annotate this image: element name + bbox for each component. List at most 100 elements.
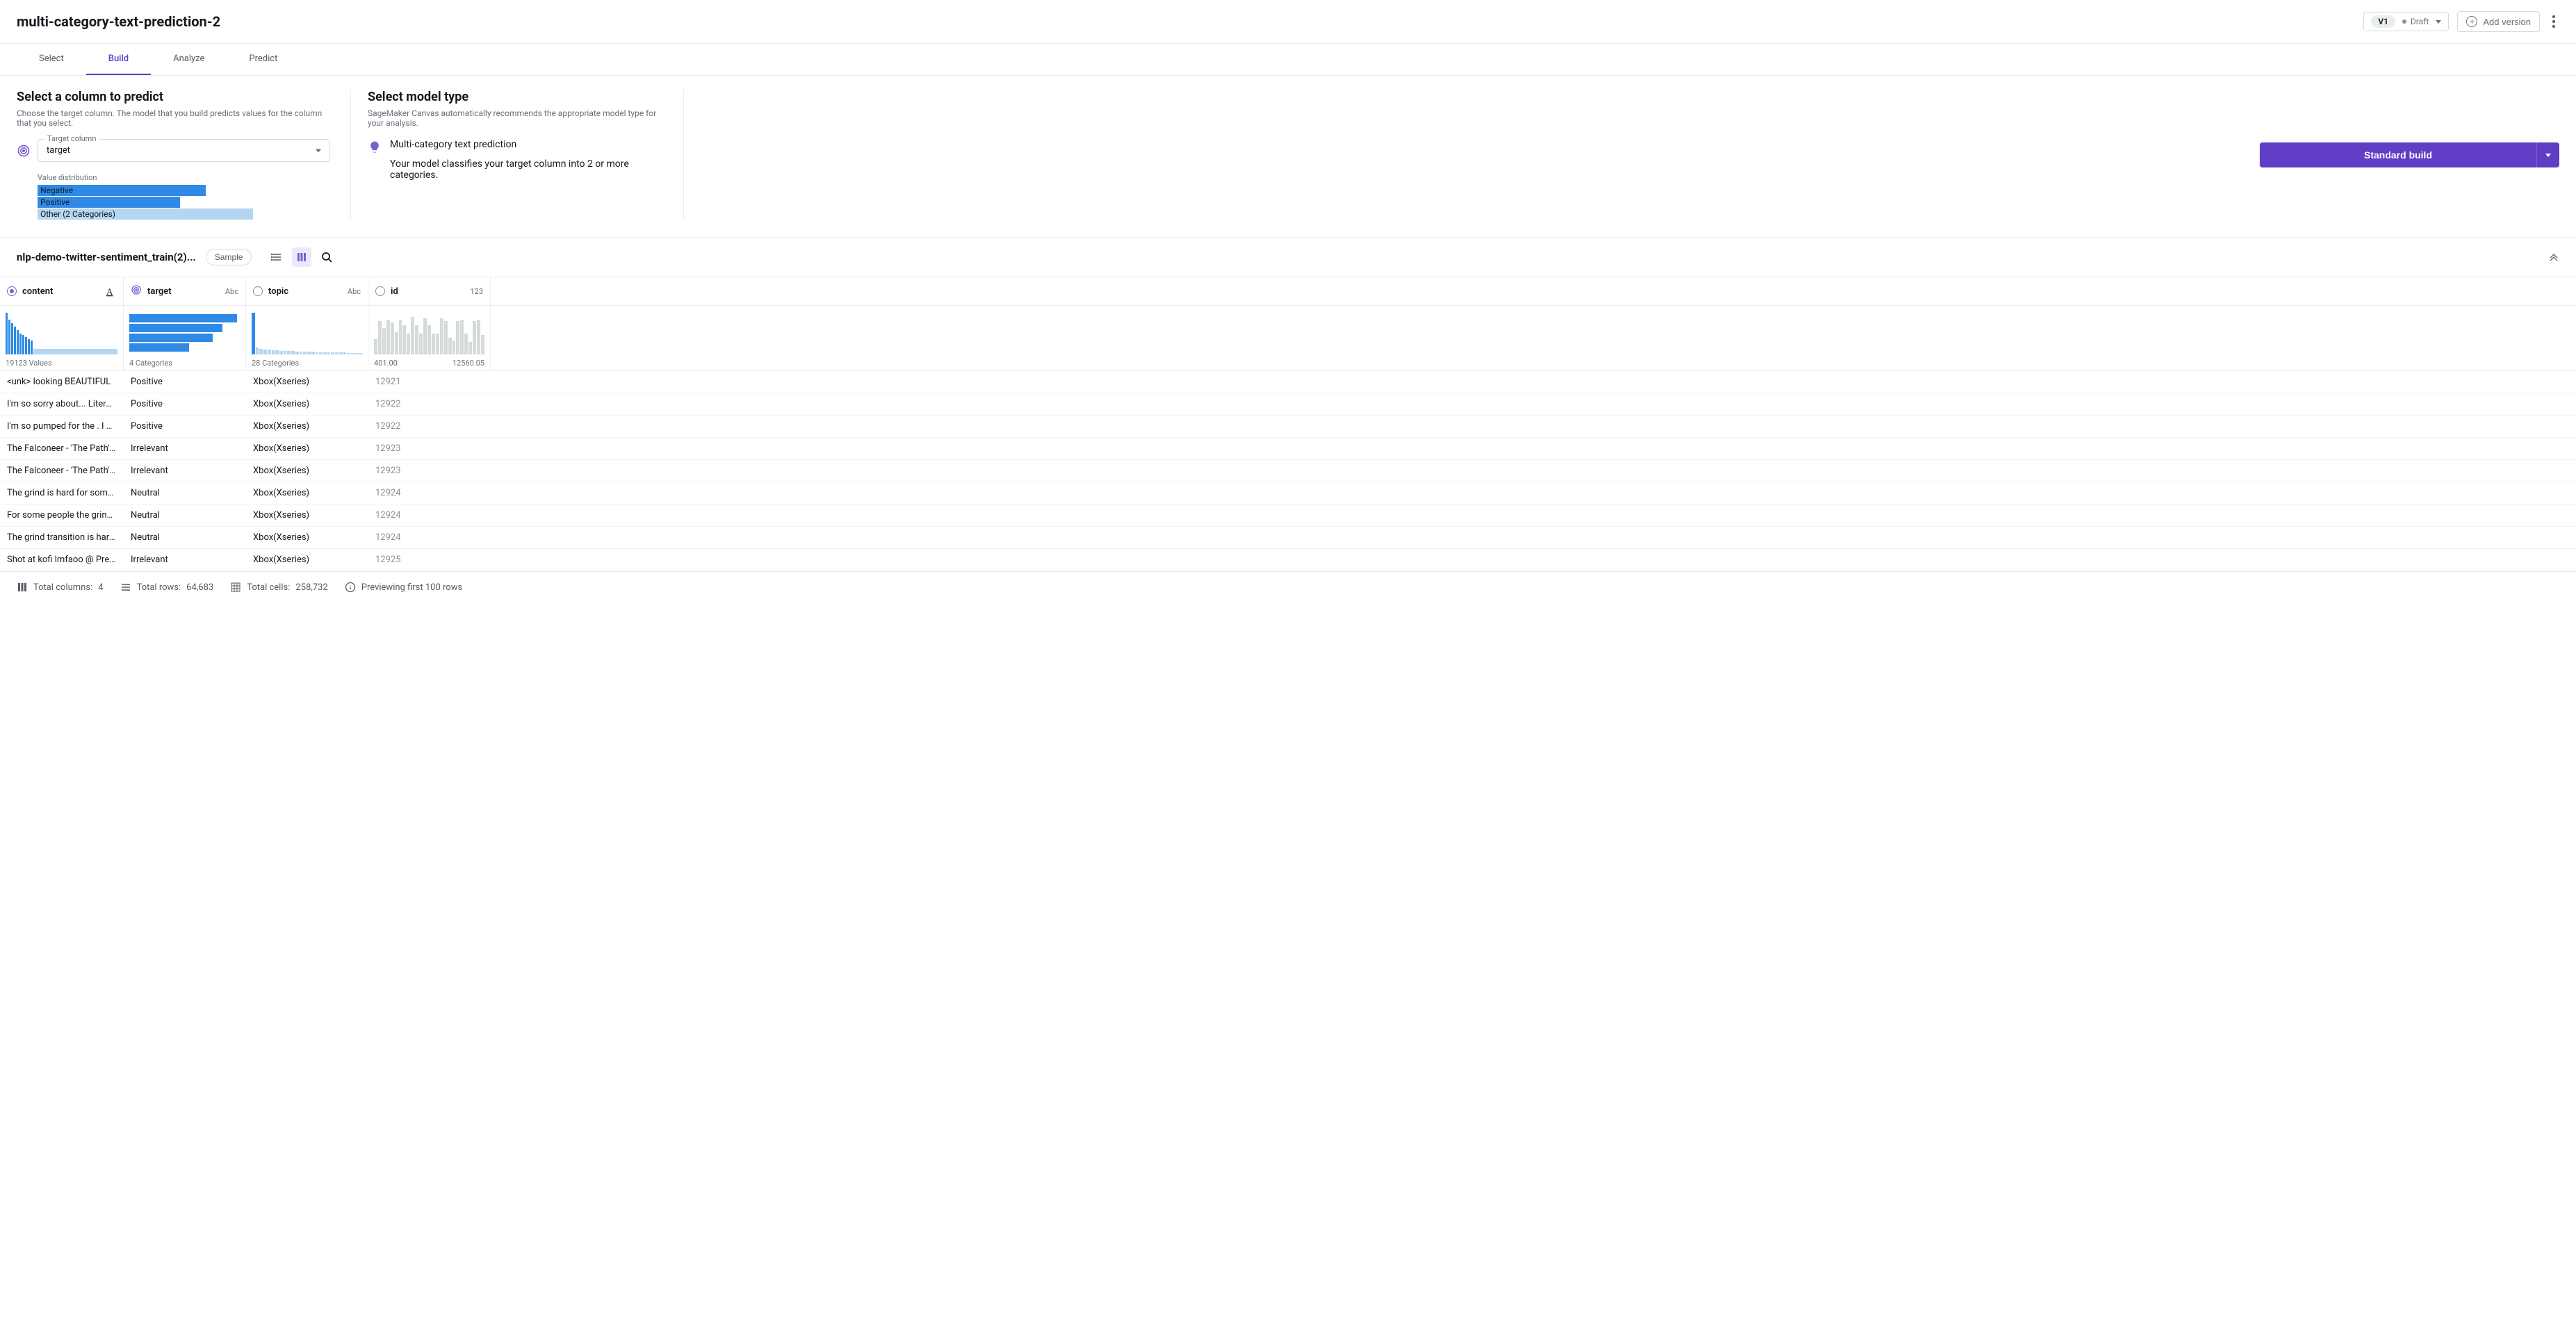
table-row[interactable]: The Falconeer - 'The Path' Game...Irrele… — [0, 438, 2576, 460]
table-cell: 12922 — [368, 416, 491, 437]
lightbulb-icon — [368, 140, 382, 154]
table-cell: The Falconeer - 'The Path' Game... — [0, 460, 124, 482]
table-cell: Xbox(Xseries) — [246, 549, 368, 571]
search-button[interactable] — [317, 247, 336, 267]
tab-build[interactable]: Build — [86, 44, 151, 75]
table-cell: Xbox(Xseries) — [246, 482, 368, 504]
table-cell: 12922 — [368, 393, 491, 415]
sample-button[interactable]: Sample — [206, 249, 252, 265]
config-target-panel: Select a column to predict Choose the ta… — [17, 90, 350, 220]
target-icon — [17, 144, 31, 158]
target-column-select[interactable]: Target column target — [38, 139, 329, 162]
distribution-bar: Negative — [38, 185, 206, 196]
distribution-label: Value distribution — [38, 173, 334, 182]
dataset-name: nlp-demo-twitter-sentiment_train(2)... — [17, 251, 196, 263]
plus-circle-icon: + — [2466, 16, 2477, 27]
sparkline-target: 4 Categories — [124, 306, 246, 370]
table-row[interactable]: I'm so pumped for the . I Literall...Pos… — [0, 416, 2576, 438]
table-row[interactable]: The grind is hard for some folks ...Neut… — [0, 482, 2576, 505]
build-button-group: Standard build — [2260, 142, 2559, 167]
config-build-panel: Standard build — [684, 90, 2559, 220]
sparkline-content: 19123 Values — [0, 306, 124, 370]
table-cell: Neutral — [124, 505, 246, 526]
section-title: Select model type — [368, 90, 667, 104]
table-cell: 12924 — [368, 482, 491, 504]
config-section: Select a column to predict Choose the ta… — [0, 76, 2576, 238]
standard-build-button[interactable]: Standard build — [2260, 142, 2536, 167]
table-cell: Irrelevant — [124, 460, 246, 482]
add-version-button[interactable]: + Add version — [2457, 11, 2540, 32]
page-header: multi-category-text-prediction-2 V1 Draf… — [0, 0, 2576, 44]
column-headers: content A target Abc topic Abc — [0, 277, 2576, 306]
text-type-icon: A — [105, 286, 116, 297]
footer-total-cells: Total cells: 258,732 — [230, 582, 328, 593]
table-row[interactable]: Shot at kofi lmfaoo @ PressStar...Irrele… — [0, 549, 2576, 571]
column-view-button[interactable] — [292, 247, 311, 267]
chevron-down-icon — [2436, 20, 2441, 24]
table-row[interactable]: I'm so sorry about... Literally can...Po… — [0, 393, 2576, 416]
table-row[interactable]: <unk> looking BEAUTIFULPositiveXbox(Xser… — [0, 371, 2576, 393]
footer-bar: Total columns: 4 Total rows: 64,683 Tota… — [0, 571, 2576, 603]
version-status: Draft — [2402, 17, 2429, 26]
version-selector[interactable]: V1 Draft — [2363, 12, 2449, 31]
build-options-dropdown[interactable] — [2536, 142, 2559, 167]
status-dot-icon — [2402, 19, 2406, 24]
column-header-id[interactable]: id 123 — [368, 277, 491, 305]
table-cell: The grind is hard for some folks ... — [0, 482, 124, 504]
column-header-target[interactable]: target Abc — [124, 277, 246, 305]
sparkline-row: 19123 Values 4 Categories 28 Categories … — [0, 306, 2576, 371]
main-tabs: Select Build Analyze Predict — [0, 44, 2576, 76]
footer-preview-info: Previewing first 100 rows — [345, 582, 462, 593]
table-cell: Positive — [124, 393, 246, 415]
table-cell: Xbox(Xseries) — [246, 527, 368, 548]
sparkline-topic: 28 Categories — [246, 306, 368, 370]
footer-total-rows: Total rows: 64,683 — [120, 582, 214, 593]
table-cell: 12924 — [368, 527, 491, 548]
radio-unchecked-icon — [253, 286, 263, 296]
chevron-down-icon — [316, 149, 321, 152]
table-cell: Neutral — [124, 482, 246, 504]
table-row[interactable]: The Falconeer - 'The Path' Game...Irrele… — [0, 460, 2576, 482]
collapse-panel-button[interactable] — [2548, 252, 2559, 263]
tab-select[interactable]: Select — [17, 44, 86, 75]
distribution-bar: Other (2 Categories) — [38, 208, 253, 220]
table-cell: Neutral — [124, 527, 246, 548]
data-table: content A target Abc topic Abc — [0, 277, 2576, 571]
table-cell: Positive — [124, 416, 246, 437]
table-cell: The grind transition is hard for s... — [0, 527, 124, 548]
table-cell: Xbox(Xseries) — [246, 371, 368, 393]
column-header-topic[interactable]: topic Abc — [246, 277, 368, 305]
section-title: Select a column to predict — [17, 90, 334, 104]
table-cell: I'm so sorry about... Literally can... — [0, 393, 124, 415]
table-cell: Xbox(Xseries) — [246, 460, 368, 482]
page-title: multi-category-text-prediction-2 — [17, 13, 220, 30]
table-cell: 12923 — [368, 438, 491, 459]
config-model-panel: Select model type SageMaker Canvas autom… — [350, 90, 684, 220]
tab-analyze[interactable]: Analyze — [151, 44, 227, 75]
distribution-chart: NegativePositiveOther (2 Categories) — [38, 185, 253, 220]
version-badge: V1 — [2371, 15, 2395, 28]
target-icon — [131, 284, 142, 298]
table-row[interactable]: The grind transition is hard for s...Neu… — [0, 527, 2576, 549]
table-cell: Shot at kofi lmfaoo @ PressStar... — [0, 549, 124, 571]
more-actions-button[interactable] — [2548, 11, 2559, 32]
footer-total-columns: Total columns: 4 — [17, 582, 104, 593]
sparkline-id: 401.0012560.05 — [368, 306, 491, 370]
radio-unchecked-icon — [375, 286, 385, 296]
table-cell: For some people the grind is eve... — [0, 505, 124, 526]
svg-text:A: A — [106, 286, 113, 297]
distribution-bar: Positive — [38, 197, 180, 208]
list-view-button[interactable] — [267, 247, 286, 267]
table-row[interactable]: For some people the grind is eve...Neutr… — [0, 505, 2576, 527]
table-cell: Irrelevant — [124, 438, 246, 459]
table-cell: 12923 — [368, 460, 491, 482]
chevron-down-icon — [2545, 154, 2551, 157]
column-header-content[interactable]: content A — [0, 277, 124, 305]
tab-predict[interactable]: Predict — [227, 44, 300, 75]
table-cell: <unk> looking BEAUTIFUL — [0, 371, 124, 393]
dataset-bar: nlp-demo-twitter-sentiment_train(2)... S… — [0, 238, 2576, 277]
model-type-name: Multi-category text prediction — [390, 139, 667, 150]
table-cell: 12925 — [368, 549, 491, 571]
table-cell: Xbox(Xseries) — [246, 438, 368, 459]
table-cell: Xbox(Xseries) — [246, 393, 368, 415]
